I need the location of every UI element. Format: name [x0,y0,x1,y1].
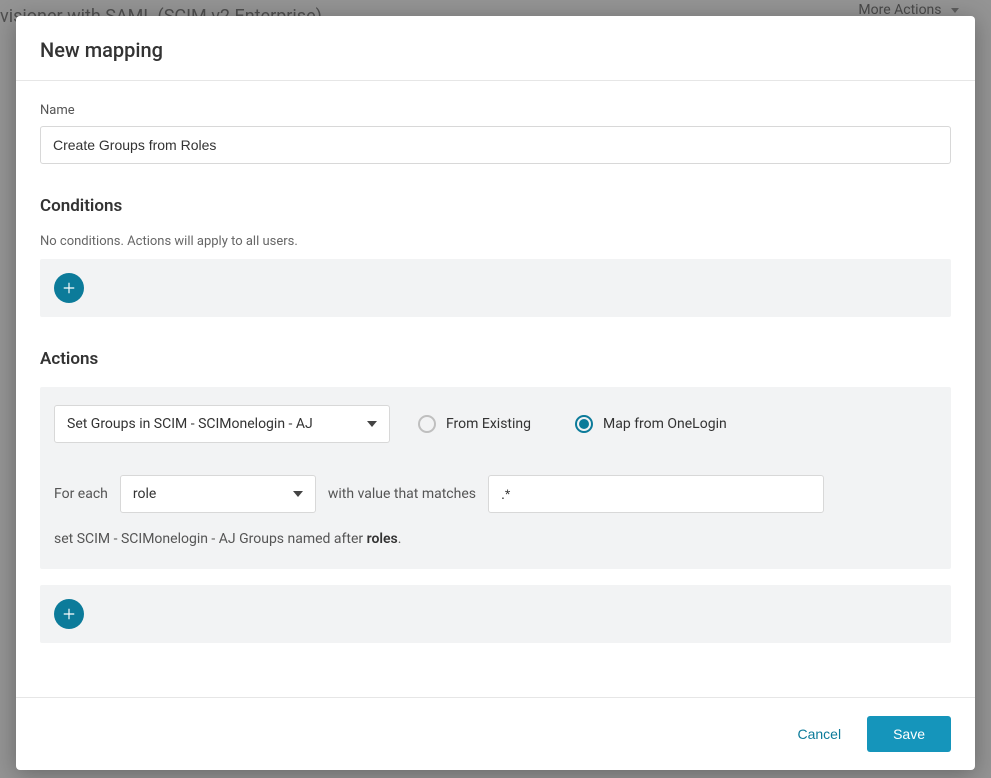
for-each-label: For each [54,486,108,502]
modal-title: New mapping [40,38,951,62]
radio-map-from-onelogin-label: Map from OneLogin [603,416,727,432]
source-radio-group: From Existing Map from OneLogin [418,415,727,433]
conditions-empty-text: No conditions. Actions will apply to all… [40,234,951,249]
action-type-select[interactable]: Set Groups in SCIM - SCIMonelogin - AJ [54,405,390,443]
action-row: Set Groups in SCIM - SCIMonelogin - AJ F… [54,405,937,443]
result-sentence: set SCIM - SCIMonelogin - AJ Groups name… [54,531,937,547]
for-each-value: role [133,486,156,502]
for-each-select[interactable]: role [120,475,316,513]
plus-icon [62,281,76,295]
radio-from-existing[interactable]: From Existing [418,415,531,433]
radio-from-existing-label: From Existing [446,416,531,432]
conditions-panel [40,259,951,317]
chevron-down-icon [293,491,303,497]
result-roles: roles [367,531,398,547]
add-condition-button[interactable] [54,273,84,303]
name-input[interactable] [40,126,951,164]
value-matches-input[interactable] [488,475,824,513]
modal-footer: Cancel Save [16,697,975,770]
conditions-title: Conditions [40,196,951,216]
radio-dot-icon [579,419,589,429]
action-type-value: Set Groups in SCIM - SCIMonelogin - AJ [67,416,313,432]
radio-map-from-onelogin[interactable]: Map from OneLogin [575,415,727,433]
value-matches-label: with value that matches [328,486,476,502]
add-action-button[interactable] [54,599,84,629]
actions-panel: Set Groups in SCIM - SCIMonelogin - AJ F… [40,387,951,569]
result-suffix: . [398,531,402,547]
actions-add-panel [40,585,951,643]
plus-icon [62,607,76,621]
modal-body: Name Conditions No conditions. Actions w… [16,81,975,697]
radio-icon [418,415,436,433]
radio-icon-checked [575,415,593,433]
chevron-down-icon [367,421,377,427]
cancel-button[interactable]: Cancel [793,718,845,750]
new-mapping-modal: New mapping Name Conditions No condition… [16,16,975,770]
save-button[interactable]: Save [867,716,951,752]
name-label: Name [40,103,951,118]
for-each-row: For each role with value that matches [54,475,937,513]
actions-title: Actions [40,349,951,369]
result-prefix: set SCIM - SCIMonelogin - AJ Groups name… [54,531,367,547]
modal-header: New mapping [16,16,975,81]
